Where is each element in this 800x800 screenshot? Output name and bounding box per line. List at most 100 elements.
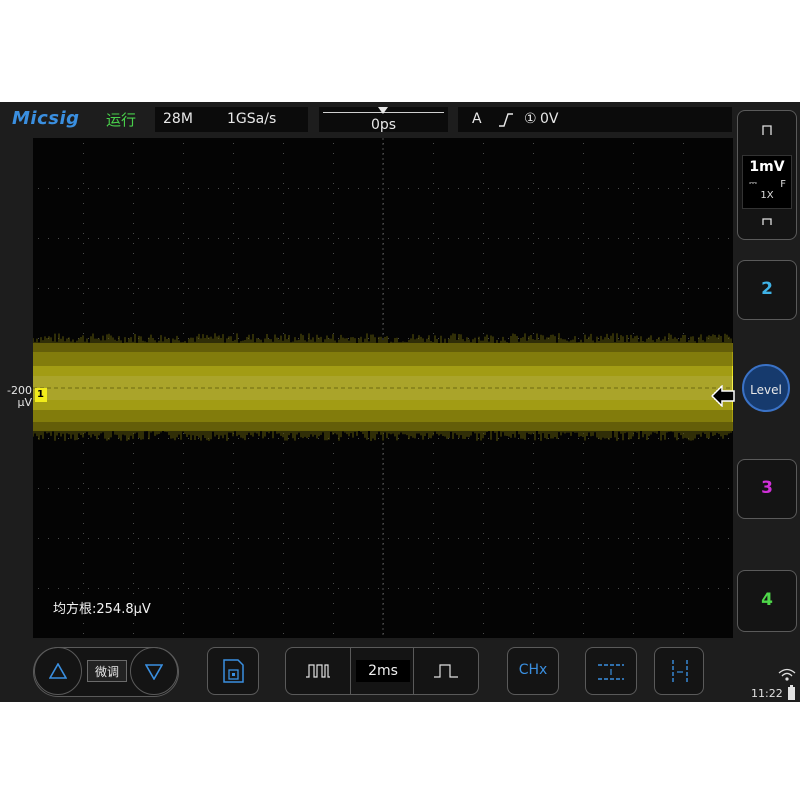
grid-dot (418, 588, 419, 589)
decrement-button[interactable] (130, 647, 178, 695)
grid-dot (288, 588, 289, 589)
grid-dot (133, 623, 134, 624)
grid-dot (218, 588, 219, 589)
vertical-cursor-button[interactable] (654, 647, 704, 695)
grid-dot (283, 503, 284, 504)
waveform-display[interactable]: 均方根:254.8μV (33, 138, 733, 638)
grid-dot (283, 243, 284, 244)
grid-dot (583, 483, 584, 484)
grid-dot (333, 593, 334, 594)
channel4-button[interactable]: 4 (737, 570, 797, 632)
grid-dot (288, 538, 289, 539)
grid-dot (478, 288, 479, 289)
grid-dot (508, 488, 509, 489)
pulse-up-icon[interactable] (758, 125, 776, 135)
horizontal-cursor-button[interactable] (585, 647, 637, 695)
grid-dot (238, 488, 239, 489)
grid-dot (668, 188, 669, 189)
grid-dot (683, 623, 684, 624)
grid-dot (583, 593, 584, 594)
channel1-panel[interactable]: 1mV ⎓ F 1X (737, 110, 797, 240)
trigger-info[interactable]: A ① 0V (458, 107, 732, 132)
grid-dot (683, 283, 684, 284)
grid-dot (478, 538, 479, 539)
grid-dot (518, 588, 519, 589)
horizontal-position-box[interactable]: 0ps (319, 107, 448, 133)
grid-dot (478, 488, 479, 489)
grid-dot (278, 238, 279, 239)
grid-dot (183, 313, 184, 314)
pulse-down-icon[interactable] (758, 215, 776, 225)
grid-dot (283, 203, 284, 204)
fine-adjust-label[interactable]: 微调 (87, 660, 127, 682)
grid-dot (533, 193, 534, 194)
channel2-button[interactable]: 2 (737, 260, 797, 320)
grid-dot (488, 188, 489, 189)
grid-dot (298, 188, 299, 189)
channel-select-button[interactable]: CHx (507, 647, 559, 695)
grid-dot (633, 523, 634, 524)
grid-dot (228, 188, 229, 189)
grid-dot (433, 333, 434, 334)
save-button[interactable] (207, 647, 259, 695)
grid-dot (728, 488, 729, 489)
grid-dot (533, 313, 534, 314)
grid-dot (98, 288, 99, 289)
grid-dot (533, 513, 534, 514)
grid-dot (208, 538, 209, 539)
brand-logo: Micsig (12, 108, 80, 129)
grid-dot (183, 623, 184, 624)
grid-dot (38, 488, 39, 489)
grid-dot (388, 438, 389, 439)
grid-dot (533, 273, 534, 274)
channel1-settings[interactable]: 1mV ⎓ F 1X (742, 155, 792, 209)
grid-dot (538, 588, 539, 589)
acquisition-info[interactable]: 28M 1GSa/s (155, 107, 308, 132)
grid-dot (728, 588, 729, 589)
grid-dot (398, 538, 399, 539)
grid-dot (133, 463, 134, 464)
grid-dot (83, 473, 84, 474)
grid-dot (333, 163, 334, 164)
grid-dot (448, 188, 449, 189)
wifi-icon (778, 668, 796, 681)
trigger-level-arrow-icon[interactable] (711, 385, 735, 407)
grid-dot (683, 563, 684, 564)
grid-dot (433, 533, 434, 534)
grid-dot (468, 188, 469, 189)
grid-dot (268, 438, 269, 439)
grid-dot (428, 238, 429, 239)
grid-dot (468, 488, 469, 489)
grid-dot (183, 273, 184, 274)
grid-dot (483, 443, 484, 444)
grid-dot (488, 488, 489, 489)
trigger-level: 0V (540, 111, 559, 127)
grid-dot (728, 438, 729, 439)
grid-dot (283, 603, 284, 604)
grid-dot (48, 288, 49, 289)
grid-dot (218, 238, 219, 239)
channel3-button[interactable]: 3 (737, 459, 797, 519)
grid-dot (633, 543, 634, 544)
grid-dot (333, 233, 334, 234)
grid-dot (583, 213, 584, 214)
grid-dot (148, 538, 149, 539)
grid-dot (183, 443, 184, 444)
grid-dot (333, 533, 334, 534)
increment-button[interactable] (34, 647, 82, 695)
timebase-value[interactable]: 2ms (356, 660, 410, 682)
grid-dot (638, 238, 639, 239)
timebase-decrease-button[interactable] (286, 648, 351, 694)
channel1-marker[interactable]: 1 (35, 388, 47, 402)
timebase-increase-button[interactable] (413, 648, 478, 694)
grid-dot (638, 288, 639, 289)
grid-dot (83, 253, 84, 254)
grid-dot (83, 193, 84, 194)
level-button[interactable]: Level (742, 364, 790, 412)
grid-dot (378, 288, 379, 289)
grid-dot (128, 538, 129, 539)
run-state[interactable]: 运行 (106, 109, 136, 130)
grid-dot (483, 273, 484, 274)
grid-dot (98, 238, 99, 239)
grid-dot (433, 143, 434, 144)
